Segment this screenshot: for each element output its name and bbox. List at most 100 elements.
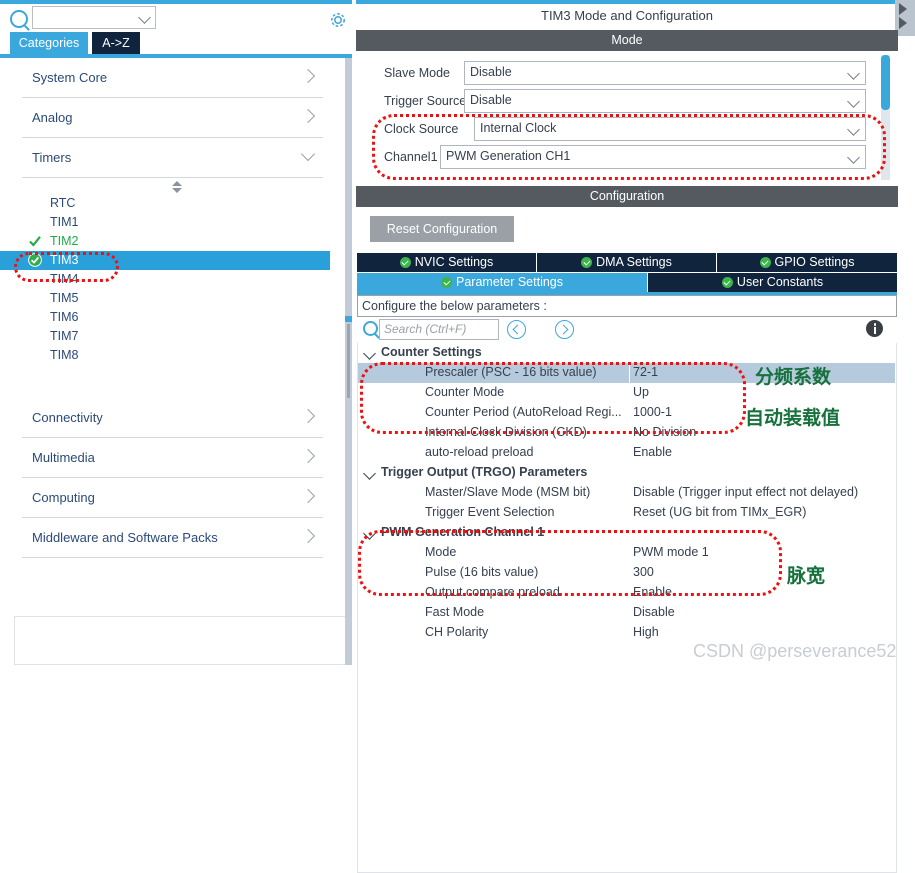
tab-user-constants[interactable]: User Constants (648, 273, 897, 292)
sidebar-item-connectivity[interactable]: Connectivity (0, 398, 345, 438)
tab-gpio-settings[interactable]: GPIO Settings (717, 253, 897, 272)
list-item-label: TIM2 (50, 234, 79, 248)
chevron-right-icon (300, 408, 316, 424)
mode-row-slave-mode: Slave Mode Disable (356, 61, 881, 85)
parameter-value[interactable]: High (633, 625, 659, 639)
check-icon (28, 234, 42, 248)
list-item-tim7[interactable]: TIM7 (0, 327, 330, 346)
parameter-value[interactable]: Reset (UG bit from TIMx_EGR) (633, 505, 806, 519)
sidebar-item-timers[interactable]: Timers (0, 138, 345, 178)
tree-group-pwm-generation-channel-1[interactable]: PWM Generation Channel 1 (357, 523, 895, 543)
table-row-trigger-event-selection[interactable]: Trigger Event Selection Reset (UG bit fr… (357, 503, 895, 523)
sidebar-item-system-core[interactable]: System Core (0, 58, 345, 98)
chevron-down-icon (847, 95, 860, 108)
parameter-value[interactable]: Enable (633, 585, 672, 599)
info-icon[interactable] (866, 320, 883, 337)
parameter-value[interactable]: Enable (633, 445, 672, 459)
table-row-ch-polarity[interactable]: CH Polarity High (357, 623, 895, 643)
parameter-search-row: Search (Ctrl+F) (357, 317, 897, 341)
panel-collapse-button[interactable] (895, 0, 915, 36)
chevron-down-icon (138, 11, 151, 24)
list-item-tim5[interactable]: TIM5 (0, 289, 330, 308)
table-row-pwm-mode[interactable]: Mode PWM mode 1 (357, 543, 895, 563)
check-circle-icon (759, 257, 771, 268)
chevron-left-icon (512, 324, 523, 334)
chevron-down-icon (363, 347, 376, 360)
parameter-value[interactable]: Disable (633, 605, 675, 619)
parameter-value[interactable]: 1000-1 (633, 405, 672, 419)
watermark: CSDN @perseverance52 (693, 641, 897, 661)
mode-row-label: Channel1 (384, 150, 438, 164)
right-panel: TIM3 Mode and Configuration Mode Slave M… (356, 0, 915, 873)
parameter-label: Counter Mode (425, 385, 505, 399)
list-item-tim4[interactable]: TIM4 (0, 270, 330, 289)
list-item-label: TIM5 (50, 291, 79, 305)
sidebar-item-label: Timers (32, 150, 72, 165)
channel1-value: PWM Generation CH1 (446, 149, 571, 163)
trigger-source-value: Disable (470, 93, 512, 107)
search-next-button[interactable] (555, 320, 574, 339)
chevron-down-icon (847, 67, 860, 80)
sidebar-search-combo[interactable] (32, 6, 156, 29)
tab-label: NVIC Settings (414, 255, 494, 269)
list-item-label: TIM7 (50, 329, 79, 343)
tab-nvic-settings[interactable]: NVIC Settings (357, 253, 536, 272)
reset-configuration-button[interactable]: Reset Configuration (370, 216, 514, 242)
timer-list-scroll-indicator[interactable] (0, 180, 345, 194)
clock-source-select[interactable]: Internal Clock (474, 117, 866, 141)
tree-group-label: Trigger Output (TRGO) Parameters (381, 465, 588, 479)
list-item-tim3[interactable]: TIM3 (0, 251, 330, 270)
sidebar-item-middleware-and-software-packs[interactable]: Middleware and Software Packs (0, 518, 345, 558)
mode-section-header: Mode (356, 30, 898, 51)
search-previous-button[interactable] (507, 320, 526, 339)
list-item-label: TIM3 (50, 253, 79, 267)
mode-row-clock-source: Clock Source Internal Clock (356, 117, 881, 141)
parameter-label: Prescaler (PSC - 16 bits value) (425, 365, 597, 379)
trigger-source-select[interactable]: Disable (464, 89, 866, 113)
tab-categories[interactable]: Categories (10, 32, 88, 54)
tab-a-to-z[interactable]: A->Z (92, 32, 140, 54)
tree-group-counter-settings[interactable]: Counter Settings (357, 343, 895, 363)
list-item-label: TIM4 (50, 272, 79, 286)
tab-parameter-settings[interactable]: Parameter Settings (357, 273, 647, 292)
gear-icon[interactable] (329, 11, 347, 29)
table-row-fast-mode[interactable]: Fast Mode Disable (357, 603, 895, 623)
configure-parameters-text: Configure the below parameters : (362, 299, 547, 313)
sidebar-tabs: Categories A->Z (0, 32, 352, 54)
chevron-down-icon (847, 151, 860, 164)
list-item-label: TIM1 (50, 215, 79, 229)
parameter-label: Output compare preload (425, 585, 560, 599)
channel1-select[interactable]: PWM Generation CH1 (440, 145, 866, 169)
sidebar-item-label: Multimedia (32, 450, 95, 465)
parameter-search-placeholder: Search (Ctrl+F) (384, 322, 467, 336)
sidebar-scrollbar-thumb[interactable] (347, 324, 350, 398)
parameter-search-input[interactable]: Search (Ctrl+F) (379, 319, 499, 340)
parameter-value[interactable]: No Division (633, 425, 696, 439)
parameter-value[interactable]: PWM mode 1 (633, 545, 709, 559)
chevron-right-icon (300, 448, 316, 464)
table-row-auto-reload-preload[interactable]: auto-reload preload Enable (357, 443, 895, 463)
parameter-value[interactable]: Up (633, 385, 649, 399)
parameter-label: Pulse (16 bits value) (425, 565, 539, 579)
list-item-tim2[interactable]: TIM2 (0, 232, 330, 251)
table-row-master-slave-mode[interactable]: Master/Slave Mode (MSM bit) Disable (Tri… (357, 483, 895, 503)
sidebar-item-computing[interactable]: Computing (0, 478, 345, 518)
tree-group-trigger-output[interactable]: Trigger Output (TRGO) Parameters (357, 463, 895, 483)
list-item-tim1[interactable]: TIM1 (0, 213, 330, 232)
mode-scrollbar-thumb[interactable] (881, 55, 890, 110)
parameter-value[interactable]: Disable (Trigger input effect not delaye… (633, 485, 858, 499)
sidebar-item-label: Middleware and Software Packs (32, 530, 218, 545)
parameter-value[interactable]: 72-1 (633, 365, 658, 379)
list-item-tim6[interactable]: TIM6 (0, 308, 330, 327)
tab-dma-settings[interactable]: DMA Settings (537, 253, 716, 272)
slave-mode-select[interactable]: Disable (464, 61, 866, 85)
sidebar-item-analog[interactable]: Analog (0, 98, 345, 138)
chevron-right-icon (300, 108, 316, 124)
tab-label: User Constants (736, 275, 824, 289)
parameter-value[interactable]: 300 (633, 565, 654, 579)
list-item-rtc[interactable]: RTC (0, 194, 330, 213)
list-item-tim8[interactable]: TIM8 (0, 346, 330, 365)
check-circle-icon (28, 253, 42, 267)
tab-label: Parameter Settings (456, 275, 563, 289)
sidebar-item-multimedia[interactable]: Multimedia (0, 438, 345, 478)
